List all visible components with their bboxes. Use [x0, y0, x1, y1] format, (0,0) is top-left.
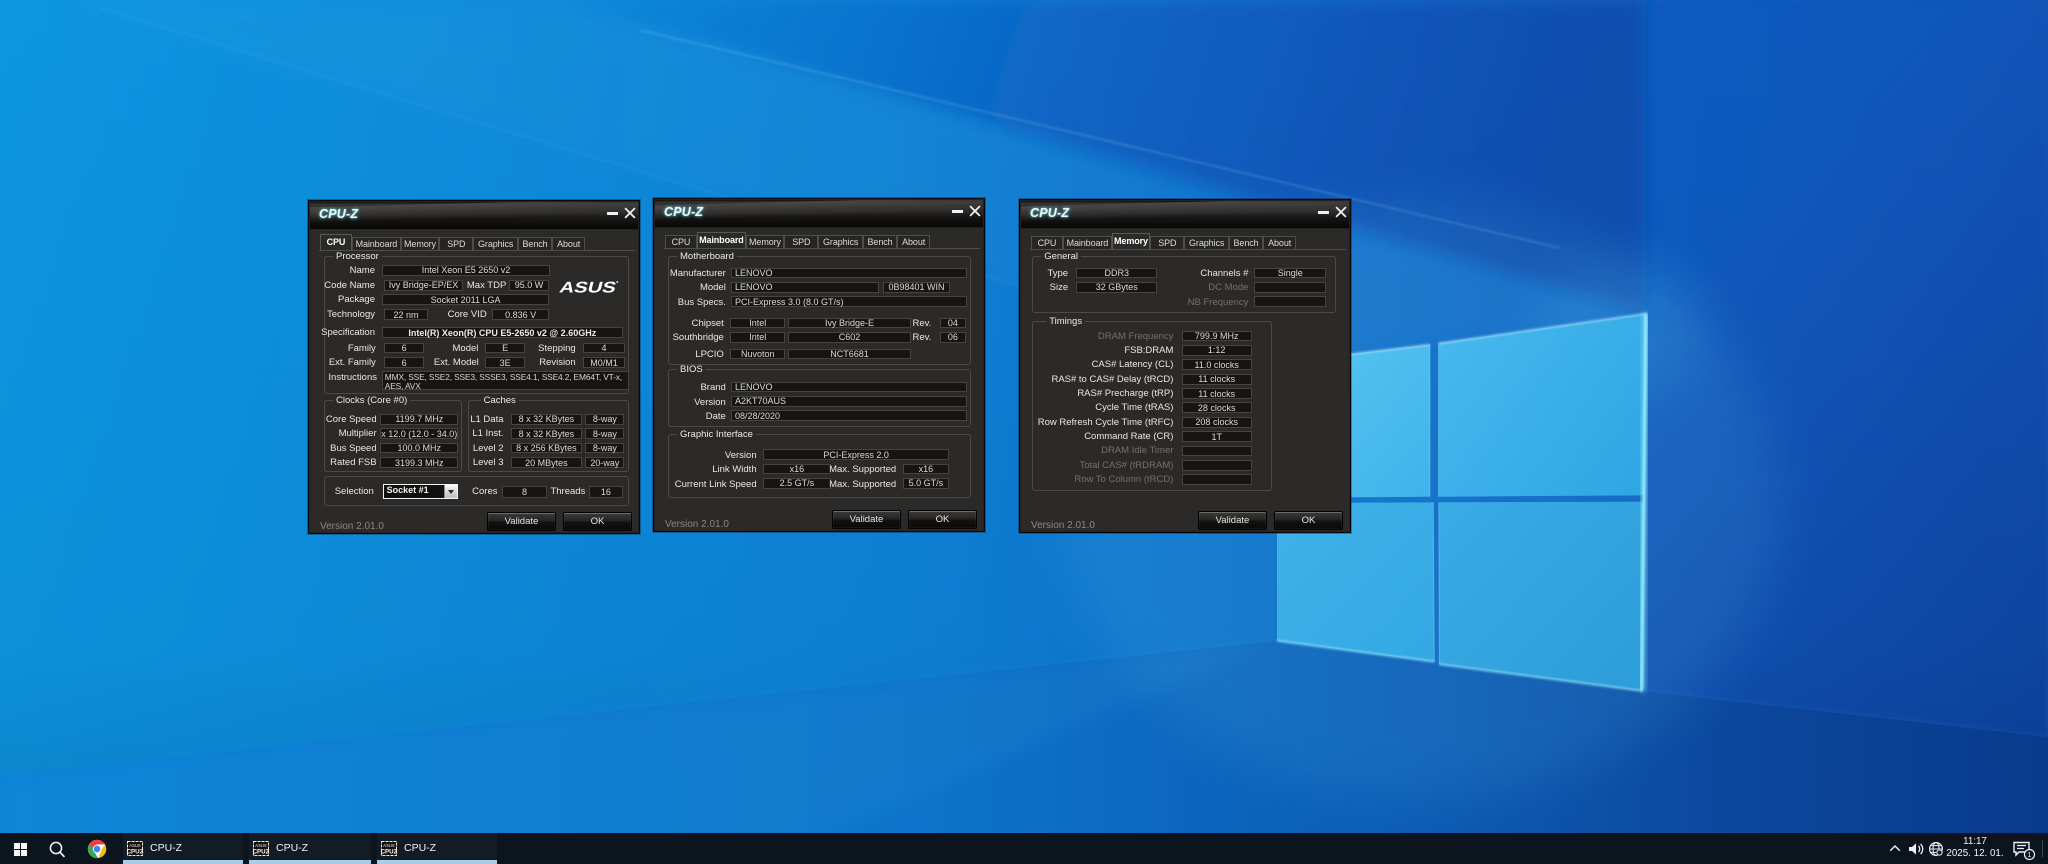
svg-text:CPUZ: CPUZ: [253, 849, 270, 856]
svg-text:CPUZ: CPUZ: [381, 849, 398, 856]
svg-text:1: 1: [2028, 852, 2032, 859]
svg-text:CPUZ: CPUZ: [127, 849, 144, 856]
svg-text:ASUS: ASUS: [255, 843, 267, 848]
svg-text:ASUS: ASUS: [129, 843, 141, 848]
svg-text:ASUS: ASUS: [383, 843, 395, 848]
